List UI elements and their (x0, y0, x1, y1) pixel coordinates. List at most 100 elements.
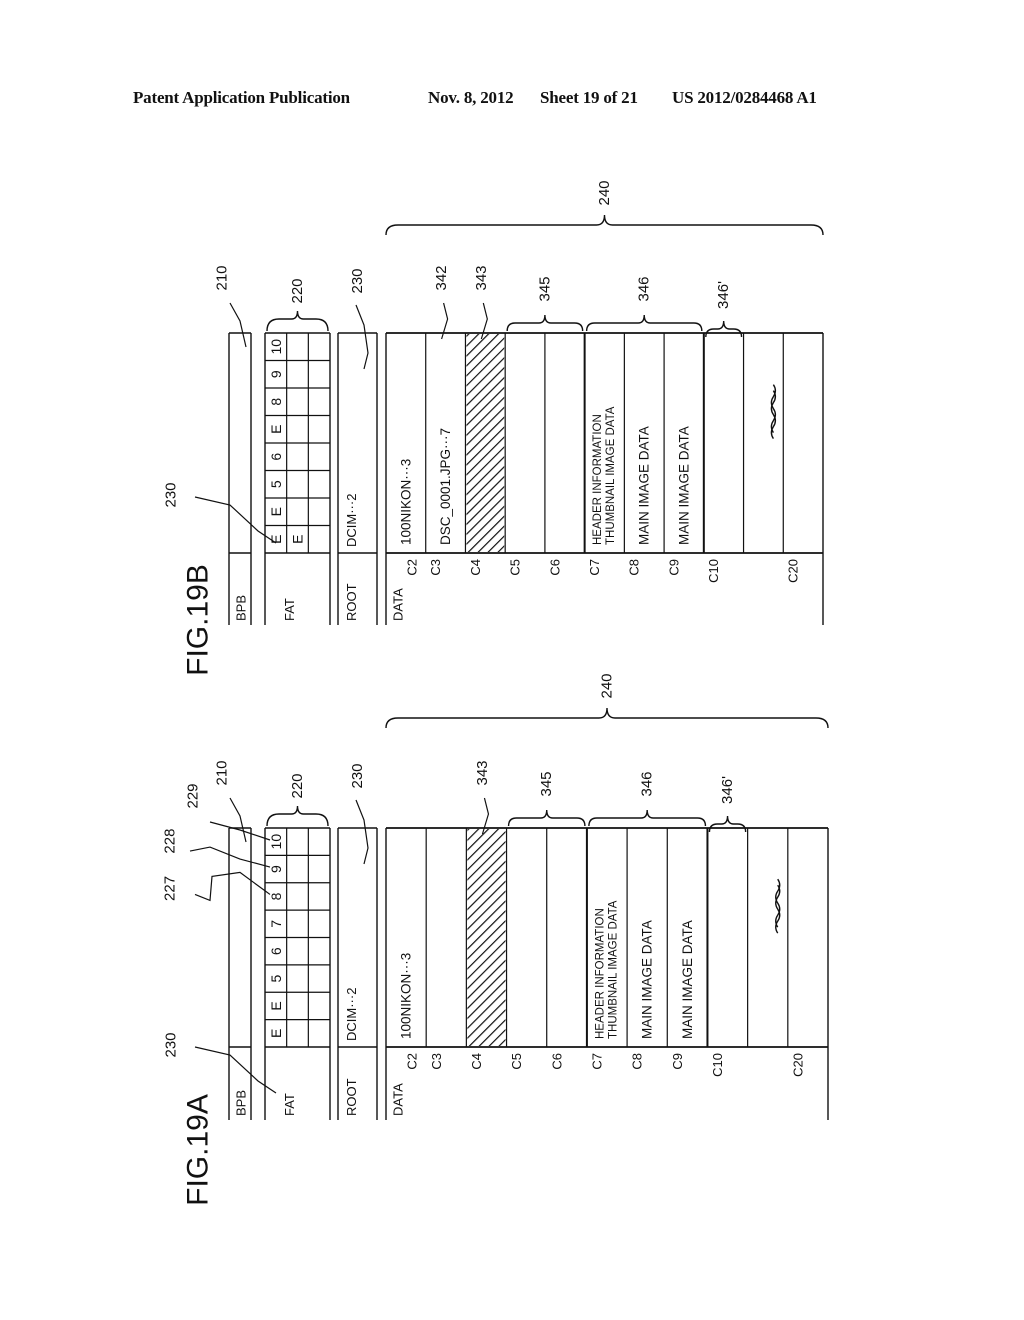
ref-numeral-230-pointer: 230 (163, 1032, 180, 1057)
ref-numeral-210: 210 (214, 760, 231, 785)
root-label: ROOT (344, 1078, 359, 1116)
ref-numeral-343: 343 (474, 760, 491, 785)
cluster-label: C9 (666, 559, 681, 576)
cluster-label: C8 (627, 559, 642, 576)
cluster-content: MAIN IMAGE DATA (640, 920, 655, 1039)
figure-title: FIG.19B (182, 564, 215, 676)
fat-entry: 8 (268, 892, 284, 900)
cluster-content: MAIN IMAGE DATA (676, 426, 691, 545)
bpb-label: BPB (234, 1090, 249, 1116)
ref-numeral-240: 240 (596, 180, 613, 205)
cluster-label: C6 (549, 1053, 564, 1070)
brace-346' (708, 815, 747, 833)
fat-brace (266, 310, 329, 332)
fat-entry: 5 (268, 480, 284, 488)
cluster-content: 100NIKON···3 (398, 459, 413, 545)
cluster-content: HEADER INFORMATION (592, 414, 604, 545)
cluster-label: C5 (508, 559, 523, 576)
ref-numeral-229: 229 (185, 783, 202, 808)
cluster-content: 100NIKON···3 (399, 953, 414, 1039)
cluster-label: C4 (469, 1053, 484, 1070)
cluster-label: C3 (429, 1053, 444, 1070)
brace-346 (588, 809, 707, 827)
fat-entry: E (290, 535, 306, 544)
figure-19a: FIG.19A BPB E E 5 6 7 8 9 10 FAT DCIM···2 ROOT 100NIK… (162, 673, 829, 1206)
ref-numeral-220: 220 (289, 278, 306, 303)
fat-entry: 6 (268, 453, 284, 461)
brace-345 (506, 314, 584, 332)
data-brace (385, 707, 829, 729)
fat-entry: E (268, 425, 284, 434)
root-directory-entry: DCIM···2 (344, 494, 359, 547)
ref-numeral-230-pointer: 230 (163, 482, 180, 507)
cluster-hatched-fill (467, 829, 506, 1046)
cluster-content: THUMBNAIL IMAGE DATA (608, 900, 620, 1039)
ref-numeral-346': 346' (719, 776, 736, 804)
leader-230 (355, 304, 369, 370)
root-label: ROOT (344, 583, 359, 621)
leader-230-pointer (194, 1046, 277, 1094)
fat-label: FAT (282, 598, 297, 621)
fat-entry: E (268, 1029, 284, 1038)
fat-entry: 9 (268, 370, 284, 378)
cluster-label: C5 (509, 1053, 524, 1070)
fat-entry: 5 (268, 974, 284, 982)
ref-numeral-227: 227 (162, 876, 179, 901)
brace-346' (705, 320, 743, 338)
brace-346 (585, 314, 703, 332)
ref-numeral-345: 345 (536, 276, 553, 301)
cluster-label: C10 (710, 1053, 725, 1077)
cluster-label: C9 (670, 1053, 685, 1070)
cluster-label: C3 (428, 559, 443, 576)
cluster-label: C20 (786, 559, 801, 583)
fat-entry: 6 (268, 947, 284, 955)
brace-345 (507, 809, 586, 827)
data-label: DATA (390, 588, 405, 621)
ref-numeral-345: 345 (538, 771, 555, 796)
cluster-label: C20 (790, 1053, 805, 1077)
leader-228 (189, 846, 271, 868)
cluster-label: C7 (590, 1053, 605, 1070)
ref-numeral-346': 346' (715, 281, 732, 309)
cluster-label: C2 (404, 559, 419, 576)
fat-brace (266, 805, 329, 827)
leader-230-pointer (194, 496, 277, 544)
fat-entry: 7 (268, 920, 284, 928)
data-label: DATA (391, 1083, 406, 1116)
root-directory-entry: DCIM···2 (344, 988, 359, 1041)
figure-title: FIG.19A (182, 1094, 215, 1206)
cluster-content: MAIN IMAGE DATA (680, 920, 695, 1039)
ref-numeral-230: 230 (349, 268, 366, 293)
fat-entry: E (268, 1001, 284, 1010)
cluster-label: C7 (587, 559, 602, 576)
leader-230 (355, 799, 369, 865)
ref-numeral-230: 230 (349, 763, 366, 788)
fat-entry: 10 (268, 339, 284, 355)
cluster-content: MAIN IMAGE DATA (637, 426, 652, 545)
fat-entry: 10 (268, 834, 284, 850)
cluster-content: HEADER INFORMATION (595, 908, 607, 1039)
leader-229 (209, 821, 271, 841)
fat-entry: 9 (268, 865, 284, 873)
ref-numeral-220: 220 (289, 773, 306, 798)
leader-227 (194, 871, 271, 902)
cluster-label: C8 (630, 1053, 645, 1070)
leader-210 (229, 302, 247, 348)
ref-numeral-346: 346 (636, 276, 653, 301)
cluster-label: C6 (547, 559, 562, 576)
data-brace (385, 214, 824, 236)
leader-210 (229, 797, 247, 843)
cluster-content: DSC_0001.JPG···7 (438, 428, 453, 545)
ref-numeral-210: 210 (214, 265, 231, 290)
bpb-label: BPB (234, 595, 249, 621)
fat-entry: 8 (268, 398, 284, 406)
cluster-label: C2 (405, 1053, 420, 1070)
ref-numeral-228: 228 (162, 829, 179, 854)
figure-19b: FIG.19B BPBEE56E8910EFATDCIM···2ROOT100NI… (163, 180, 824, 676)
ref-numeral-240: 240 (599, 673, 616, 698)
cluster-label: C10 (706, 559, 721, 583)
ref-numeral-343: 343 (473, 265, 490, 290)
fat-entry: E (268, 507, 284, 516)
cluster-hatched-fill (466, 334, 505, 552)
fat-label: FAT (282, 1093, 297, 1116)
